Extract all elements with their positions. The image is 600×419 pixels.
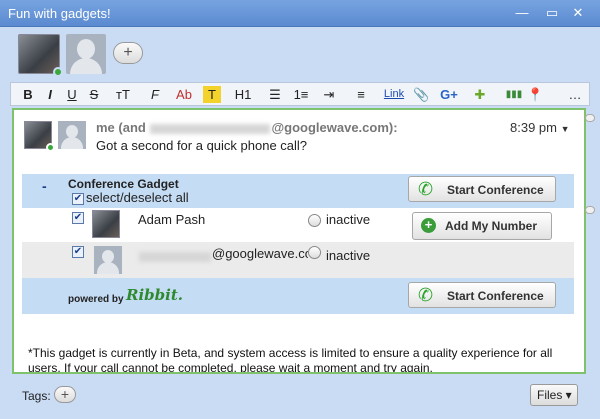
- status-radio[interactable]: [308, 214, 321, 227]
- wave-titlebar: Fun with gadgets! — ▭ ✕: [0, 0, 600, 27]
- participants-bar: +: [0, 27, 600, 79]
- numbered-list-icon[interactable]: 1≡: [293, 86, 309, 103]
- link-button[interactable]: Link: [381, 86, 407, 103]
- online-indicator: [53, 67, 63, 77]
- participant-name: @googlewave.co: [212, 246, 308, 261]
- add-tag-button[interactable]: +: [54, 386, 76, 403]
- files-button[interactable]: Files ▾: [530, 384, 578, 406]
- restore-icon[interactable]: ▭: [542, 4, 562, 22]
- minimize-icon[interactable]: —: [512, 4, 532, 22]
- author-prefix: me (and: [96, 120, 146, 135]
- beta-note: *This gadget is currently in Beta, and s…: [28, 346, 553, 374]
- add-participant-button[interactable]: +: [113, 42, 143, 64]
- gadget-title: Conference Gadget: [68, 177, 179, 191]
- participant-checkbox[interactable]: ✔: [72, 246, 84, 258]
- redacted-name: [139, 252, 211, 262]
- status-radio[interactable]: [308, 246, 321, 259]
- blip-authors: me (and @googlewave.com):: [96, 120, 398, 135]
- phone-icon: ✆: [418, 285, 434, 305]
- redacted-address: [150, 123, 271, 134]
- scroll-handle-top[interactable]: [585, 114, 595, 122]
- start-conference-button[interactable]: ✆ Start Conference: [408, 176, 556, 202]
- strikethrough-button[interactable]: S: [87, 86, 101, 103]
- ribbit-logo: Ribbit.: [126, 286, 183, 304]
- start-conference-button-bottom[interactable]: ✆ Start Conference: [408, 282, 556, 308]
- wave-title: Fun with gadgets!: [8, 6, 111, 21]
- participant-name: Adam Pash: [138, 212, 206, 227]
- more-options-icon[interactable]: …: [567, 86, 583, 103]
- bar-chart-icon[interactable]: ▮▮▮: [503, 86, 525, 103]
- online-indicator: [46, 143, 55, 152]
- participant-avatar: [92, 210, 120, 238]
- add-my-number-button[interactable]: + Add My Number: [412, 212, 552, 240]
- blip-header: me (and @googlewave.com): 8:39 pm ▼ Got …: [14, 110, 584, 170]
- scrollbar[interactable]: [584, 108, 596, 374]
- author-suffix: @googlewave.com):: [271, 120, 398, 135]
- powered-by-label: powered by: [68, 294, 124, 305]
- blip-panel[interactable]: me (and @googlewave.com): 8:39 pm ▼ Got …: [12, 108, 586, 374]
- gadget-footer-row: powered by Ribbit. ✆ Start Conference: [22, 278, 574, 314]
- avatar-me[interactable]: [18, 34, 63, 77]
- text-size-button[interactable]: тT: [111, 86, 135, 103]
- underline-button[interactable]: U: [65, 86, 79, 103]
- blip-time: 8:39 pm ▼: [510, 120, 570, 135]
- conference-gadget: - Conference Gadget ✔ select/deselect al…: [22, 174, 574, 314]
- participant-status: inactive: [326, 248, 371, 263]
- highlight-button[interactable]: T: [203, 86, 221, 103]
- align-icon[interactable]: ≡: [349, 86, 373, 103]
- gadget-header-row: - Conference Gadget ✔ select/deselect al…: [22, 174, 574, 208]
- blip-message: Got a second for a quick phone call?: [96, 138, 308, 153]
- heading-button[interactable]: H1: [231, 86, 255, 103]
- collapse-toggle[interactable]: -: [42, 178, 47, 194]
- blip-menu-icon[interactable]: ▼: [561, 124, 570, 134]
- blip-avatar-me: [24, 121, 55, 152]
- google-plus-icon[interactable]: G+: [437, 86, 461, 103]
- indent-icon[interactable]: ⇥: [321, 86, 337, 103]
- avatar-participant[interactable]: [66, 34, 106, 74]
- select-all-label: select/deselect all: [86, 190, 189, 205]
- font-family-button[interactable]: F: [145, 86, 165, 103]
- participant-status: inactive: [326, 212, 371, 227]
- scroll-handle-bottom[interactable]: [585, 206, 595, 214]
- attachment-icon[interactable]: 📎: [413, 86, 429, 103]
- bullets-icon[interactable]: ☰: [267, 86, 283, 103]
- text-color-button[interactable]: Ab: [173, 86, 195, 103]
- italic-button[interactable]: I: [43, 86, 57, 103]
- participant-avatar: [94, 246, 122, 274]
- gadget-icon[interactable]: ✚: [469, 86, 491, 103]
- bold-button[interactable]: B: [21, 86, 35, 103]
- participant-row: ✔ @googlewave.co inactive: [22, 242, 574, 278]
- add-icon: +: [421, 218, 436, 233]
- formatting-toolbar: B I U S тT F Ab T H1 ☰ 1≡ ⇥ ≡ Link 📎 G+ …: [10, 82, 590, 106]
- wave-footer: Tags: + Files ▾: [0, 376, 600, 419]
- participant-checkbox[interactable]: ✔: [72, 212, 84, 224]
- phone-icon: ✆: [418, 179, 434, 199]
- blip-avatar-participant: [58, 121, 86, 149]
- select-all-checkbox[interactable]: ✔: [72, 193, 84, 205]
- tags-label: Tags:: [22, 389, 51, 403]
- close-icon[interactable]: ✕: [568, 4, 588, 22]
- map-pin-icon[interactable]: 📍: [527, 86, 543, 103]
- participant-row: ✔ Adam Pash inactive + Add My Number: [22, 208, 574, 242]
